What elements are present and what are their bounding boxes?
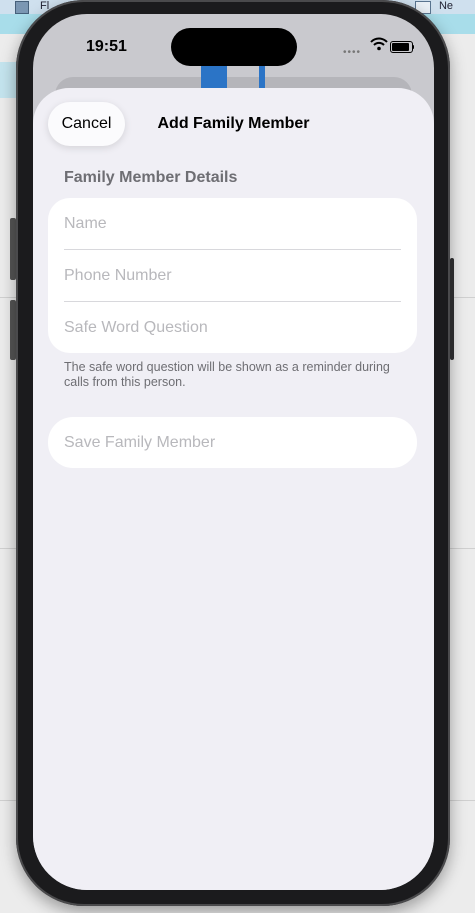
phone-frame: 19:51 •••• Cancel Add Family Member Fami…	[16, 0, 454, 906]
sheet-title: Add Family Member	[157, 115, 310, 132]
add-family-member-sheet: Cancel Add Family Member Family Member D…	[33, 88, 434, 890]
safe-word-question-field[interactable]: Safe Word Question	[64, 302, 401, 354]
background-accent	[201, 66, 227, 90]
desktop-window-right-label: Ne	[438, 0, 453, 12]
save-family-member-button[interactable]: Save Family Member	[48, 417, 417, 468]
status-time: 19:51	[86, 38, 127, 55]
wifi-icon	[370, 37, 388, 51]
phone-screen: 19:51 •••• Cancel Add Family Member Fami…	[33, 14, 434, 890]
background-accent	[259, 66, 265, 90]
safe-word-footnote: The safe word question will be shown as …	[64, 360, 390, 389]
name-field[interactable]: Name	[64, 198, 401, 250]
phone-number-field[interactable]: Phone Number	[64, 250, 401, 302]
cellular-signal-icon: ••••	[343, 47, 362, 58]
dynamic-island	[171, 28, 297, 66]
side-button	[450, 258, 454, 360]
save-button-label: Save Family Member	[64, 434, 216, 451]
family-member-form: Name Phone Number Safe Word Question	[48, 198, 417, 353]
app-icon	[15, 1, 29, 14]
battery-icon	[390, 41, 414, 53]
section-header: Family Member Details	[64, 169, 238, 186]
